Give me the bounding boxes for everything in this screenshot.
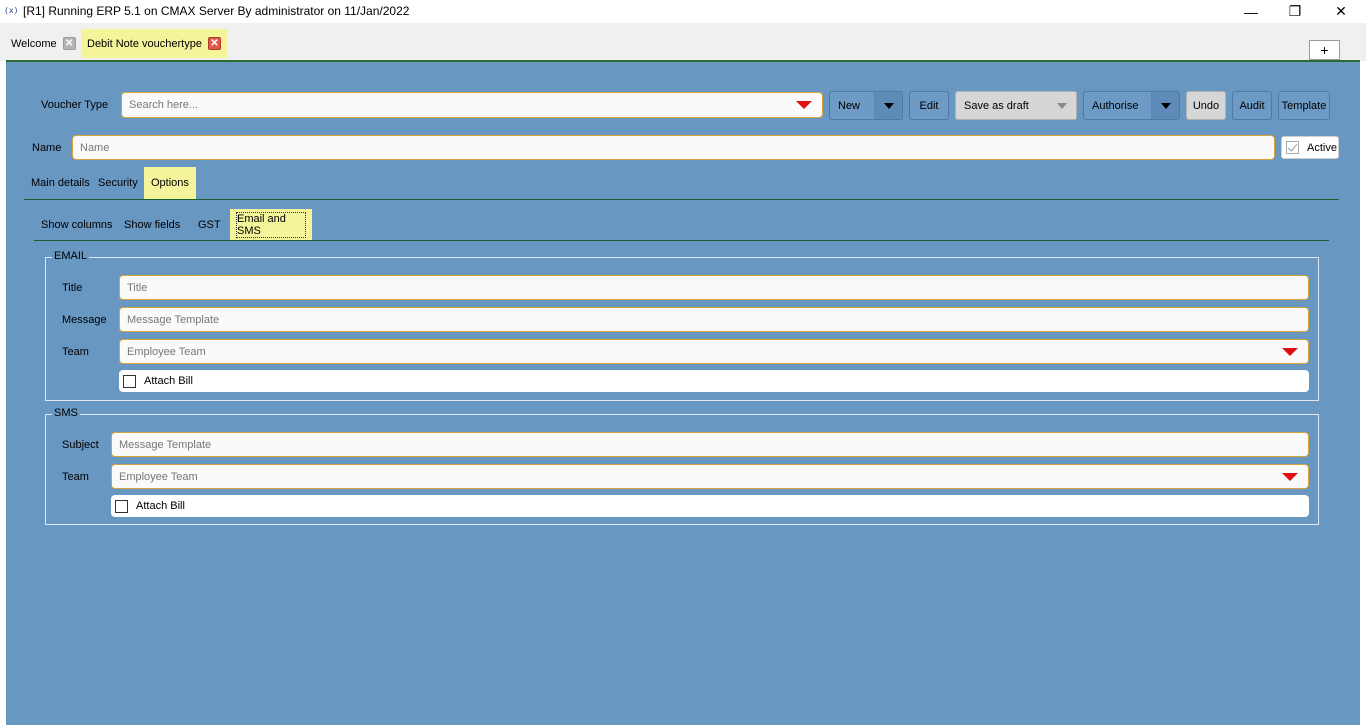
email-attach-bill-checkbox[interactable]: Attach Bill [119,370,1309,392]
new-dropdown-toggle[interactable] [874,92,902,119]
email-team-label: Team [62,346,89,358]
sms-team-label: Team [62,471,89,483]
active-checkbox-box[interactable] [1286,141,1299,154]
tab-main-details[interactable]: Main details [24,167,97,199]
tab-label: Show columns [41,219,113,231]
template-button[interactable]: Template [1278,91,1330,120]
tab-show-columns[interactable]: Show columns [34,209,120,241]
restore-icon: ❐ [1288,3,1302,19]
name-placeholder: Name [80,141,110,154]
tab-label: Email and SMS [236,212,306,238]
email-attach-bill-box[interactable] [123,374,136,388]
active-label: Active [1307,141,1337,154]
sms-attach-bill-label: Attach Bill [136,500,185,512]
email-message-input[interactable]: Message Template [119,307,1309,332]
chevron-down-icon [1160,102,1171,109]
close-tab-icon[interactable]: ✕ [62,37,76,50]
email-attach-bill-label: Attach Bill [144,375,193,387]
email-title-label: Title [62,282,83,294]
dropdown-arrow-icon[interactable] [1282,473,1298,481]
close-tab-icon[interactable]: ✕ [207,37,221,50]
save-as-draft-label: Save as draft [964,99,1029,112]
minimize-icon: — [1244,3,1258,20]
document-tab-strip: Welcome ✕ Debit Note vouchertype ✕ + [0,23,1366,61]
chevron-down-icon [883,102,894,109]
close-window-button[interactable]: ✕ [1318,0,1364,23]
authorise-button[interactable]: Authorise [1083,91,1180,120]
tab-security[interactable]: Security [91,167,145,199]
main-tabs-divider [24,199,1339,200]
main-panel: Voucher Type Search here... New Edit Sav… [6,62,1360,725]
sms-subject-placeholder: Message Template [119,438,212,451]
name-input[interactable]: Name [72,135,1275,160]
tab-email-and-sms[interactable]: Email and SMS [230,209,312,241]
email-message-label: Message [62,314,107,326]
close-icon: ✕ [1335,3,1347,19]
tab-options[interactable]: Options [144,167,196,199]
sms-attach-bill-box[interactable] [115,499,128,513]
tab-label: Debit Note vouchertype [87,37,202,50]
save-as-draft-button[interactable]: Save as draft [955,91,1077,120]
window-title: [R1] Running ERP 5.1 on CMAX Server By a… [23,4,410,18]
sms-subject-input[interactable]: Message Template [111,432,1309,457]
sms-team-select[interactable]: Employee Team [111,464,1309,489]
minimize-button[interactable]: — [1228,0,1274,23]
voucher-type-label: Voucher Type [41,99,109,111]
audit-label: Audit [1239,99,1265,112]
email-team-placeholder: Employee Team [127,345,206,358]
dropdown-arrow-icon[interactable] [1282,348,1298,356]
undo-button[interactable]: Undo [1186,91,1226,120]
chevron-down-icon [1057,102,1067,109]
plus-icon: + [1320,42,1329,58]
active-checkbox[interactable]: Active [1281,136,1339,159]
edit-button-label: Edit [919,99,939,112]
new-button-label: New [838,99,861,112]
restore-button[interactable]: ❐ [1272,0,1318,23]
sms-subject-label: Subject [62,439,99,451]
audit-button[interactable]: Audit [1232,91,1272,120]
voucher-type-search-input[interactable]: Search here... [121,92,823,118]
new-button[interactable]: New [829,91,903,120]
tab-label: Show fields [124,219,181,231]
template-label: Template [1281,99,1327,112]
tab-show-fields[interactable]: Show fields [117,209,187,241]
authorise-label: Authorise [1092,99,1139,112]
email-message-placeholder: Message Template [127,313,220,326]
edit-button[interactable]: Edit [909,91,949,120]
name-label: Name [32,142,62,154]
email-title-input[interactable]: Title [119,275,1309,300]
add-tab-button[interactable]: + [1309,40,1340,60]
tab-debit-note-vouchertype[interactable]: Debit Note vouchertype ✕ [81,29,227,58]
tab-label: Security [98,177,138,189]
tab-welcome[interactable]: Welcome ✕ [5,29,82,58]
email-legend: EMAIL [52,250,90,262]
sms-team-placeholder: Employee Team [119,470,198,483]
tab-label: GST [198,219,221,231]
authorise-dropdown-toggle[interactable] [1151,92,1179,119]
tab-gst[interactable]: GST [191,209,228,241]
sms-attach-bill-checkbox[interactable]: Attach Bill [111,495,1309,517]
app-icon: (x) [4,6,19,15]
email-team-select[interactable]: Employee Team [119,339,1309,364]
undo-label: Undo [1192,99,1220,112]
dropdown-arrow-icon[interactable] [796,101,812,109]
email-group: EMAIL Title Title Message Message Templa… [45,250,1319,401]
option-tabs-divider [34,240,1329,241]
tab-label: Options [151,177,189,189]
tab-label: Main details [31,177,90,189]
title-bar: (x) [R1] Running ERP 5.1 on CMAX Server … [0,0,1366,23]
email-title-placeholder: Title [127,281,148,294]
tab-label: Welcome [11,37,57,50]
save-dropdown-toggle[interactable] [1048,92,1076,119]
voucher-type-placeholder: Search here... [129,99,199,111]
sms-group: SMS Subject Message Template Team Employ… [45,407,1319,525]
sms-legend: SMS [52,407,80,419]
